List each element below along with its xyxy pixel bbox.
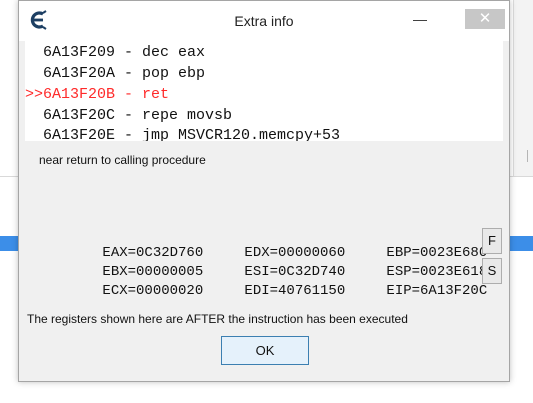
register-ecx: ECX=00000020 — [102, 283, 204, 299]
register-row: EAX=0C32D760 EDX=00000060 EBP=0023E680 — [52, 225, 528, 261]
register-edi: EDI=40761150 — [244, 283, 346, 299]
register-panel: EAX=0C32D760 EDX=00000060 EBP=0023E680 EBX… — [52, 225, 528, 299]
disassembly-line: 6A13F20A - pop ebp — [25, 65, 206, 82]
ok-button[interactable]: OK — [221, 336, 309, 365]
extra-info-dialog: Extra info — ✕ 6A13F209 - dec eax 6A13F2… — [18, 0, 510, 382]
background-divider — [521, 150, 528, 162]
instruction-description: near return to calling procedure — [39, 153, 206, 167]
registers-note: The registers shown here are AFTER the i… — [27, 312, 408, 326]
disassembly-view[interactable]: 6A13F209 - dec eax 6A13F20A - pop ebp >>… — [25, 41, 503, 141]
minimize-button[interactable]: — — [405, 9, 435, 29]
register-esp: ESP=0023E618 — [386, 264, 488, 280]
dialog-title: Extra info — [234, 13, 294, 29]
disassembly-line: 6A13F209 - dec eax — [25, 44, 206, 61]
register-ebx: EBX=00000005 — [102, 264, 204, 280]
disassembly-line-current: >>6A13F20B - ret — [25, 86, 170, 103]
register-ebp: EBP=0023E680 — [386, 245, 488, 261]
register-eax: EAX=0C32D760 — [102, 245, 204, 261]
stack-button[interactable]: S — [482, 258, 502, 284]
register-esi: ESI=0C32D740 — [244, 264, 346, 280]
register-eip: EIP=6A13F20C — [386, 283, 488, 299]
disassembly-line: 6A13F20C - repe movsb — [25, 107, 233, 124]
title-bar[interactable]: Extra info — ✕ — [19, 1, 509, 41]
float-registers-button[interactable]: F — [482, 228, 502, 254]
close-button[interactable]: ✕ — [465, 9, 505, 29]
disassembly-line: 6A13F20E - jmp MSVCR120.memcpy+53 — [25, 127, 341, 141]
register-edx: EDX=00000060 — [244, 245, 346, 261]
